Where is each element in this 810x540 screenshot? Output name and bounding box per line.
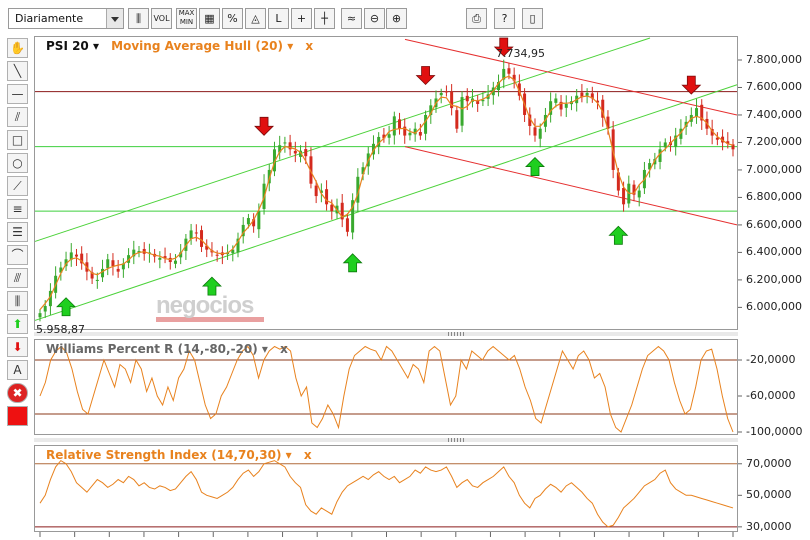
wpr-legend-label[interactable]: Williams Percent R (14,-80,-20) bbox=[46, 342, 258, 356]
channel-icon[interactable]: ⫽ bbox=[7, 107, 28, 127]
grid-icon[interactable]: ▦ bbox=[199, 8, 220, 29]
toolbar: Diariamente ⫼ VOL MAX MIN ▦% ◬ L + ┼ ≈ ⊖ ⊕ ⎙? ▯ bbox=[0, 0, 810, 36]
drawing-toolbar: ✋ ╲ — ⫽ □ ○ ⟋ ≡ ☰ ⌒ ⫻ ⫼ ⬆ ⬇ A ✖ bbox=[7, 36, 29, 442]
fib-icon[interactable]: ≡ bbox=[7, 199, 28, 219]
y-tick-label: 30,0000 bbox=[746, 519, 792, 533]
y-tick-label: 6.200,000 bbox=[746, 272, 802, 286]
symbol-label[interactable]: PSI 20 bbox=[46, 39, 89, 53]
book-icon[interactable]: ▯ bbox=[522, 8, 543, 29]
arc-icon[interactable]: ⌒ bbox=[7, 245, 28, 265]
hull-legend[interactable]: Moving Average Hull (20) bbox=[111, 39, 283, 53]
fib-levels-icon[interactable]: ☰ bbox=[7, 222, 28, 242]
hline-icon[interactable]: — bbox=[7, 84, 28, 104]
y-tick-label: 50,0000 bbox=[746, 488, 792, 502]
compare-icon[interactable]: ≈ bbox=[341, 8, 362, 29]
fan-icon[interactable]: ⟋ bbox=[7, 176, 28, 196]
line-icon[interactable]: ╲ bbox=[7, 61, 28, 81]
percent-button[interactable]: % bbox=[222, 8, 243, 29]
candle-type-icon[interactable]: ⫼ bbox=[128, 8, 149, 29]
wpr-legend: Williams Percent R (14,-80,-20) ▾ x bbox=[46, 342, 288, 356]
rectangle-icon[interactable]: □ bbox=[7, 130, 28, 150]
chart-type-icon[interactable]: ◬ bbox=[245, 8, 266, 29]
parallel2-icon[interactable]: ⫼ bbox=[7, 291, 28, 311]
price-chart-panel[interactable] bbox=[34, 36, 738, 330]
down-arrow-icon[interactable]: ⬇ bbox=[7, 337, 28, 357]
crosshair-icon[interactable]: + bbox=[291, 8, 312, 29]
text-icon[interactable]: A bbox=[7, 360, 28, 380]
period-select-value: Diariamente bbox=[15, 12, 84, 25]
period-select[interactable]: Diariamente bbox=[8, 8, 124, 29]
zoom-out-icon[interactable]: ⊖ bbox=[364, 8, 385, 29]
log-button[interactable]: L bbox=[268, 8, 289, 29]
chevron-down-icon bbox=[106, 9, 123, 28]
y-tick-label: 7.400,000 bbox=[746, 107, 802, 121]
vol-button[interactable]: VOL bbox=[151, 8, 172, 29]
watermark-logo: negocios bbox=[156, 292, 264, 322]
panel-divider[interactable] bbox=[34, 438, 738, 442]
up-arrow-icon[interactable]: ⬆ bbox=[7, 314, 28, 334]
ellipse-icon[interactable]: ○ bbox=[7, 153, 28, 173]
y-tick-label: 6.800,000 bbox=[746, 190, 802, 204]
color-icon[interactable] bbox=[7, 406, 28, 426]
main-legend: PSI 20 ▾ Moving Average Hull (20) ▾ x bbox=[46, 39, 314, 53]
crosshair2-icon[interactable]: ┼ bbox=[314, 8, 335, 29]
y-tick-label: 7.200,000 bbox=[746, 135, 802, 149]
close-icon[interactable]: x bbox=[305, 39, 313, 53]
y-tick-label: 6.400,000 bbox=[746, 245, 802, 259]
maxmin-button[interactable]: MAX MIN bbox=[176, 8, 197, 29]
y-tick-label: 7.600,000 bbox=[746, 80, 802, 94]
rsi-legend-label[interactable]: Relative Strength Index (14,70,30) bbox=[46, 448, 281, 462]
hand-icon[interactable]: ✋ bbox=[7, 38, 28, 58]
high-annotation: 7.734,95 bbox=[496, 46, 545, 60]
watermark-text: negocios bbox=[156, 292, 254, 319]
y-tick-label: 6.600,000 bbox=[746, 217, 802, 231]
y-tick-label: 7.000,000 bbox=[746, 162, 802, 176]
delete-icon[interactable]: ✖ bbox=[7, 383, 28, 403]
y-tick-label: 7.800,000 bbox=[746, 52, 802, 66]
zoom-in-icon[interactable]: ⊕ bbox=[386, 8, 407, 29]
y-tick-label: -20,0000 bbox=[746, 353, 796, 366]
y-tick-label: -100,0000 bbox=[746, 425, 803, 438]
close-icon[interactable]: x bbox=[280, 342, 288, 356]
close-icon[interactable]: x bbox=[304, 448, 312, 462]
y-tick-label: 70,0000 bbox=[746, 456, 792, 470]
parallel-icon[interactable]: ⫻ bbox=[7, 268, 28, 288]
rsi-legend: Relative Strength Index (14,70,30) ▾ x bbox=[46, 448, 312, 462]
panel-divider[interactable] bbox=[34, 332, 738, 336]
help-button[interactable]: ? bbox=[494, 8, 515, 29]
y-tick-label: 6.000,000 bbox=[746, 300, 802, 314]
low-annotation: 5.958,87 bbox=[36, 323, 85, 337]
print-icon[interactable]: ⎙ bbox=[466, 8, 487, 29]
y-tick-label: -60,0000 bbox=[746, 389, 796, 402]
